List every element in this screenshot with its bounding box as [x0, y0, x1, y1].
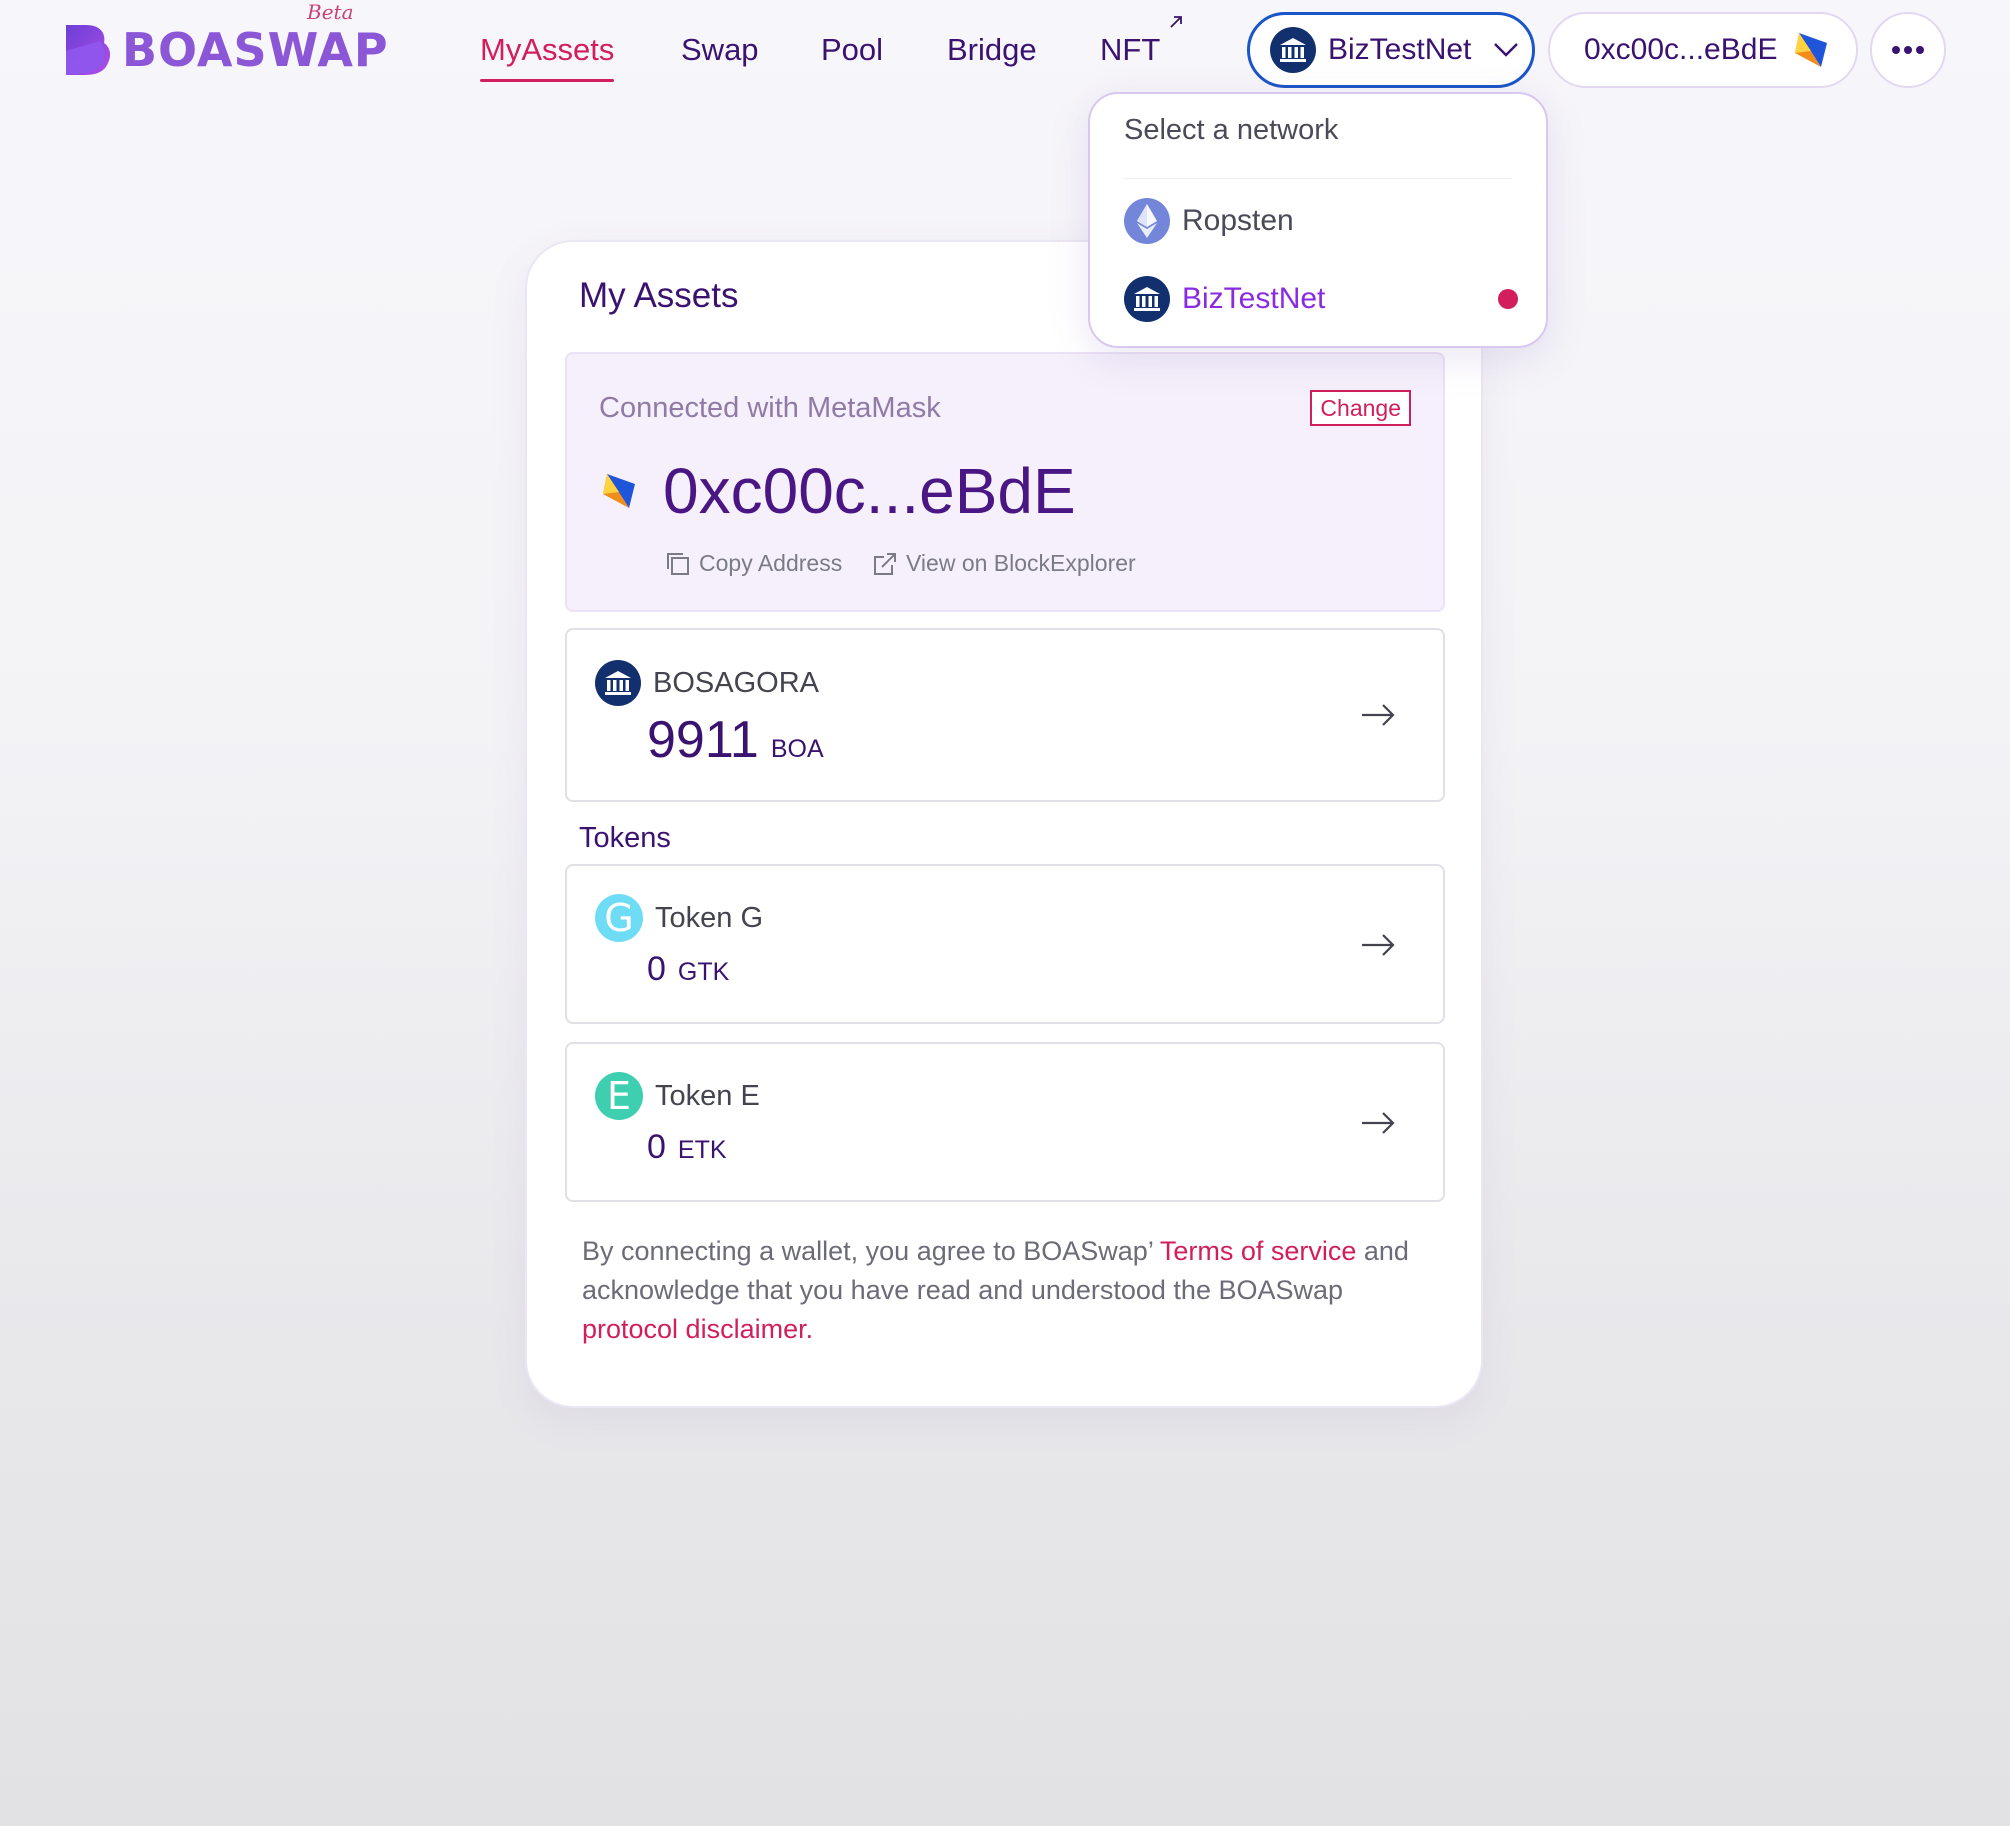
nav-nft-label: NFT	[1100, 32, 1161, 67]
token-row-etk[interactable]: E Token E 0 ETK	[565, 1042, 1445, 1202]
brand-logo[interactable]: BOASWAP	[60, 20, 389, 80]
arrow-right-icon	[1362, 1112, 1395, 1134]
copy-icon	[667, 552, 689, 575]
nav-swap[interactable]: Swap	[681, 22, 759, 78]
network-option-label: BizTestNet	[1182, 282, 1326, 315]
asset-name-row: G Token G	[595, 894, 763, 942]
token-row-gtk[interactable]: G Token G 0 GTK	[565, 864, 1445, 1024]
change-wallet-button[interactable]: Change	[1310, 390, 1411, 426]
asset-symbol: GTK	[677, 958, 730, 986]
asset-name: BOSAGORA	[653, 666, 819, 699]
beta-badge: Beta	[307, 0, 354, 24]
view-explorer-link[interactable]: View on BlockExplorer	[872, 550, 1136, 577]
wallet-address-row: 0xc00c...eBdE	[599, 454, 1076, 528]
asset-balance-row: 9911 BOA	[647, 710, 824, 770]
wallet-address: 0xc00c...eBdE	[663, 455, 1076, 527]
asset-name: Token G	[655, 901, 763, 934]
network-selector-button[interactable]: BizTestNet	[1247, 12, 1535, 88]
asset-balance-row: 0 GTK	[647, 950, 729, 989]
native-asset-row[interactable]: BOSAGORA 9911 BOA	[565, 628, 1445, 802]
wallet-connection-panel: Connected with MetaMask Change 0xc00c...…	[565, 352, 1445, 612]
connected-wallet-label: Connected with MetaMask	[599, 392, 941, 424]
asset-symbol: BOA	[770, 735, 824, 763]
tokens-heading: Tokens	[579, 822, 671, 854]
divider	[1124, 178, 1512, 179]
token-e-icon: E	[595, 1072, 643, 1120]
arrow-right-icon	[1362, 934, 1395, 956]
my-assets-card: My Assets Connected with MetaMask Change…	[525, 240, 1483, 1408]
network-option-label: Ropsten	[1182, 204, 1294, 237]
wallet-avatar-icon	[603, 474, 635, 508]
terms-of-service-link[interactable]: Terms of service	[1160, 1236, 1357, 1266]
nav-pool[interactable]: Pool	[821, 22, 883, 78]
copy-address-label: Copy Address	[699, 550, 843, 576]
chevron-down-icon	[1494, 43, 1519, 57]
network-selector-label: BizTestNet	[1328, 33, 1472, 66]
network-dropdown-title: Select a network	[1124, 114, 1339, 146]
account-address-label: 0xc00c...eBdE	[1584, 33, 1778, 66]
account-button[interactable]: 0xc00c...eBdE	[1548, 12, 1858, 88]
more-options-button[interactable]	[1870, 12, 1946, 88]
ethereum-icon	[1124, 198, 1170, 244]
boaswap-logo-icon	[66, 25, 111, 75]
nav-myassets[interactable]: MyAssets	[480, 22, 615, 82]
boa-bank-icon	[1124, 276, 1170, 322]
network-option-ropsten[interactable]: Ropsten	[1124, 196, 1518, 246]
asset-name-row: BOSAGORA	[595, 660, 819, 706]
selected-indicator-dot	[1498, 289, 1518, 309]
terms-disclaimer-text: By connecting a wallet, you agree to BOA…	[582, 1232, 1442, 1349]
network-option-biztestnet[interactable]: BizTestNet	[1124, 274, 1518, 324]
asset-name-row: E Token E	[595, 1072, 760, 1120]
nav-nft[interactable]: NFT	[1100, 16, 1183, 78]
external-link-icon	[874, 552, 896, 575]
boa-bank-icon	[1270, 27, 1316, 73]
page-title: My Assets	[579, 276, 739, 315]
asset-amount: 9911	[647, 711, 759, 769]
token-g-icon: G	[595, 894, 643, 942]
asset-amount: 0	[647, 950, 666, 988]
protocol-disclaimer-link[interactable]: protocol disclaimer.	[582, 1314, 813, 1344]
asset-symbol: ETK	[677, 1136, 727, 1164]
asset-balance-row: 0 ETK	[647, 1128, 727, 1167]
arrow-right-icon	[1362, 704, 1395, 726]
network-dropdown: Select a network Ropsten BizTestNet	[1088, 92, 1548, 348]
wallet-avatar-icon	[1795, 33, 1828, 67]
arrow-up-right-icon	[1168, 12, 1184, 34]
brand-name: BOASWAP	[122, 23, 389, 77]
boa-bank-icon	[595, 660, 641, 706]
nav-bridge[interactable]: Bridge	[947, 22, 1037, 78]
more-horizontal-icon	[1892, 46, 1924, 54]
view-explorer-label: View on BlockExplorer	[906, 550, 1136, 576]
terms-text-part1: By connecting a wallet, you agree to BOA…	[582, 1236, 1160, 1266]
asset-amount: 0	[647, 1128, 666, 1166]
copy-address-link[interactable]: Copy Address	[665, 550, 842, 577]
asset-name: Token E	[655, 1079, 760, 1112]
